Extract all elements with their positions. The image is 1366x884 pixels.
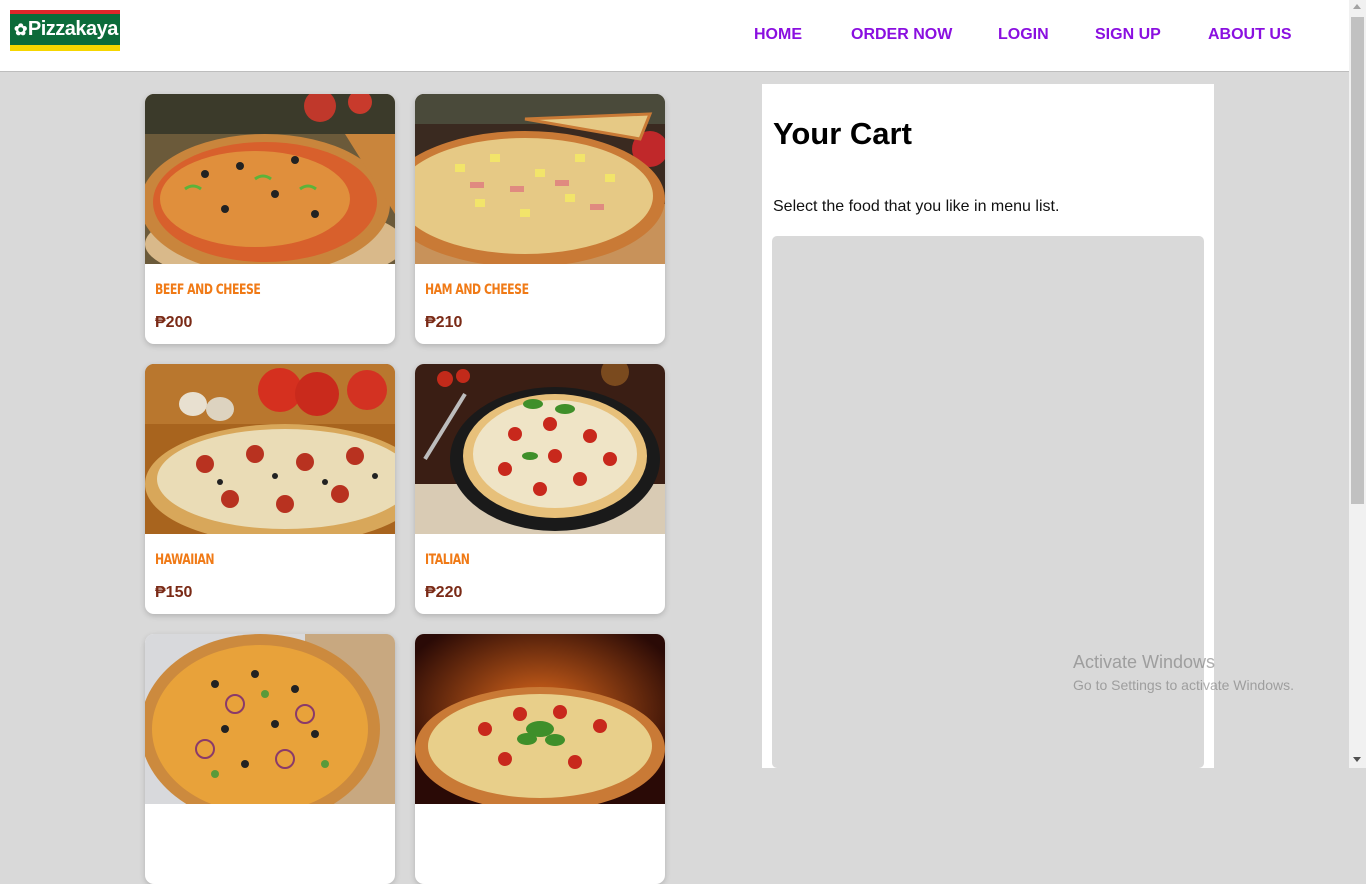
pizza-photo-6 — [415, 634, 665, 804]
nav-order-now[interactable]: ORDER NOW — [851, 26, 952, 44]
page-scrollbar[interactable] — [1349, 0, 1366, 768]
pizza-photo-italian — [415, 364, 665, 534]
cart-hint: Select the food that you like in menu li… — [773, 198, 1060, 215]
menu-item-name: HAM AND CHEESE — [425, 282, 529, 298]
pizza-photo-beef-cheese — [145, 94, 395, 264]
pizza-photo-5 — [145, 634, 395, 804]
scroll-down-arrow-icon[interactable] — [1353, 757, 1361, 762]
menu-item-name: ITALIAN — [425, 552, 470, 568]
menu-item-price: ₱150 — [155, 584, 193, 601]
cart-title: Your Cart — [773, 116, 912, 151]
menu-card-beef-and-cheese[interactable]: BEEF AND CHEESE ₱200 — [145, 94, 395, 344]
menu-card-5[interactable] — [145, 634, 395, 884]
scroll-up-arrow-icon[interactable] — [1353, 4, 1361, 9]
nav-about-us[interactable]: ABOUT US — [1208, 26, 1292, 44]
menu-card-ham-and-cheese[interactable]: HAM AND CHEESE ₱210 — [415, 94, 665, 344]
menu-card-6[interactable] — [415, 634, 665, 884]
pizza-photo-hawaiian — [145, 364, 395, 534]
menu-item-name: BEEF AND CHEESE — [155, 282, 261, 298]
pizza-photo-ham-cheese — [415, 94, 665, 264]
menu-item-price: ₱200 — [155, 314, 193, 331]
menu-item-name: HAWAIIAN — [155, 552, 215, 568]
nav-login[interactable]: LOGIN — [998, 26, 1049, 44]
menu-card-hawaiian[interactable]: HAWAIIAN ₱150 — [145, 364, 395, 614]
nav-sign-up[interactable]: SIGN UP — [1095, 26, 1161, 44]
menu-card-italian[interactable]: ITALIAN ₱220 — [415, 364, 665, 614]
main-nav: HOME ORDER NOW LOGIN SIGN UP ABOUT US — [0, 26, 1349, 50]
menu-item-price: ₱210 — [425, 314, 463, 331]
activate-windows-title: Activate Windows — [1073, 652, 1216, 672]
activate-windows-subtitle: Go to Settings to activate Windows. — [1073, 677, 1294, 693]
nav-home[interactable]: HOME — [754, 26, 802, 44]
scrollbar-thumb[interactable] — [1351, 17, 1364, 504]
menu-item-price: ₱220 — [425, 584, 463, 601]
site-header: ✿Pizzakaya HOME ORDER NOW LOGIN SIGN UP … — [0, 0, 1349, 72]
